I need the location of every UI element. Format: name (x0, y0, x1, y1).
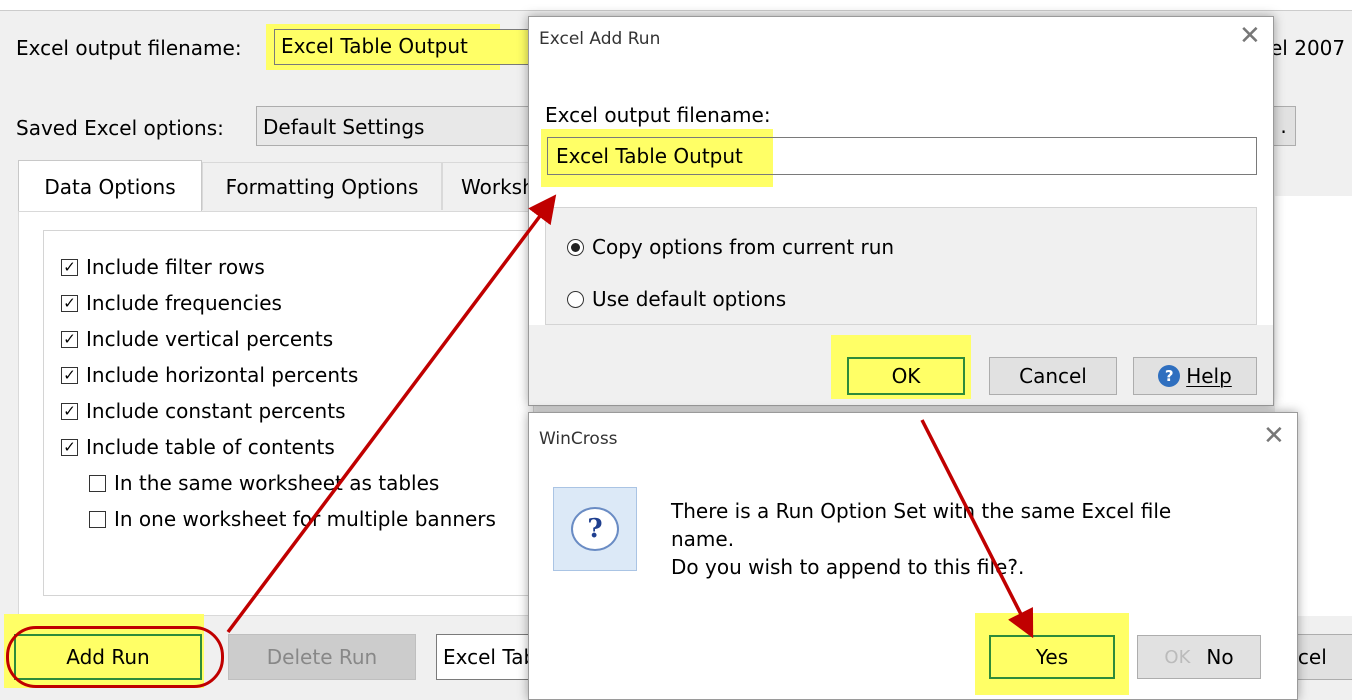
add-run-dialog: Excel Add Run ✕ Excel output filename: E… (528, 16, 1274, 406)
saved-options-more-button[interactable]: . (1272, 106, 1296, 146)
checkbox-label: Include frequencies (86, 291, 282, 315)
checkbox-empty-icon (89, 510, 106, 528)
check-icon: ✓ (61, 366, 78, 384)
ok-button[interactable]: OK (847, 357, 965, 395)
tab-data-options[interactable]: Data Options (18, 160, 202, 212)
check-icon: ✓ (61, 258, 78, 276)
checkbox-filter-rows[interactable]: ✓ Include filter rows (61, 249, 496, 285)
dialog-filename-value: Excel Table Output (556, 144, 743, 168)
help-icon: ? (1158, 365, 1181, 387)
checkbox-label: Include table of contents (86, 435, 335, 459)
filename-value: Excel Table Output (281, 34, 468, 58)
wincross-message: There is a Run Option Set with the same … (671, 497, 1171, 581)
tab-formatting-options[interactable]: Formatting Options (202, 162, 442, 210)
delete-run-label: Delete Run (266, 645, 378, 669)
dialog-filename-label: Excel output filename: (545, 103, 771, 127)
close-icon[interactable]: ✕ (1239, 21, 1261, 51)
saved-options-value: Default Settings (263, 115, 425, 139)
checkbox-label: Include filter rows (86, 255, 265, 279)
tab-data-options-label: Data Options (44, 174, 176, 199)
help-button[interactable]: ? Help (1133, 357, 1257, 395)
message-line-2: name. (671, 527, 735, 551)
radio-default-options[interactable]: Use default options (567, 287, 786, 311)
add-run-circle (6, 626, 224, 688)
delete-run-button[interactable]: Delete Run (228, 634, 416, 680)
excel-version-partial: el 2007 (1270, 36, 1346, 60)
cancel-label: Cancel (1019, 364, 1087, 388)
checkbox-constant-percents[interactable]: ✓ Include constant percents (61, 393, 496, 429)
dialog-title: Excel Add Run (539, 29, 661, 49)
checkbox-label: In one worksheet for multiple banners (114, 507, 496, 531)
cancel-button[interactable]: Cancel (989, 357, 1117, 395)
tab-worksheet-label: Worksh (461, 174, 535, 199)
wincross-dialog: WinCross ✕ ? There is a Run Option Set w… (528, 412, 1298, 700)
filename-label: Excel output filename: (16, 36, 242, 60)
radio-copy-options[interactable]: Copy options from current run (567, 235, 894, 259)
yes-button[interactable]: Yes (989, 635, 1115, 679)
checkbox-horizontal-percents[interactable]: ✓ Include horizontal percents (61, 357, 496, 393)
checkbox-table-of-contents[interactable]: ✓ Include table of contents (61, 429, 496, 465)
tab-worksheet[interactable]: Worksh (442, 162, 535, 210)
dialog-filename-input[interactable]: Excel Table Output (547, 137, 1257, 175)
radio-copy-label: Copy options from current run (592, 235, 895, 259)
checkbox-vertical-percents[interactable]: ✓ Include vertical percents (61, 321, 496, 357)
no-button-ghost-text: OK (1164, 646, 1191, 668)
checkbox-empty-icon (89, 474, 106, 492)
close-icon[interactable]: ✕ (1263, 421, 1285, 451)
checkbox-one-worksheet[interactable]: In one worksheet for multiple banners (61, 501, 496, 537)
checkbox-label: Include horizontal percents (86, 363, 359, 387)
message-line-1: There is a Run Option Set with the same … (671, 499, 1172, 523)
message-line-3: Do you wish to append to this file?. (671, 555, 1025, 579)
checkbox-same-worksheet[interactable]: In the same worksheet as tables (61, 465, 496, 501)
tab-formatting-options-label: Formatting Options (225, 174, 419, 199)
checkbox-frequencies[interactable]: ✓ Include frequencies (61, 285, 496, 321)
radio-empty-icon (567, 290, 584, 308)
wincross-title: WinCross (539, 429, 618, 449)
saved-options-more-label: . (1280, 114, 1287, 138)
saved-options-label: Saved Excel options: (16, 116, 224, 140)
check-icon: ✓ (61, 330, 78, 348)
checkbox-label: Include constant percents (86, 399, 346, 423)
help-label: Help (1186, 364, 1232, 388)
no-button[interactable]: OK No (1137, 635, 1261, 679)
check-icon: ✓ (61, 438, 78, 456)
question-bubble-icon: ? (553, 487, 637, 571)
tab-panel: ✓ Include filter rows ✓ Include frequenc… (18, 211, 535, 616)
saved-options-select[interactable]: Default Settings (256, 106, 536, 146)
yes-label: Yes (1035, 645, 1069, 669)
checkbox-label: In the same worksheet as tables (114, 471, 440, 495)
check-icon: ✓ (61, 402, 78, 420)
radio-selected-icon (567, 238, 584, 256)
no-label: No (1206, 645, 1234, 669)
filename-input[interactable]: Excel Table Output (274, 29, 534, 65)
ok-label: OK (891, 364, 921, 388)
checkbox-label: Include vertical percents (86, 327, 334, 351)
top-strip (0, 0, 1352, 11)
radio-default-label: Use default options (592, 287, 787, 311)
check-icon: ✓ (61, 294, 78, 312)
checkbox-list: ✓ Include filter rows ✓ Include frequenc… (61, 249, 496, 537)
